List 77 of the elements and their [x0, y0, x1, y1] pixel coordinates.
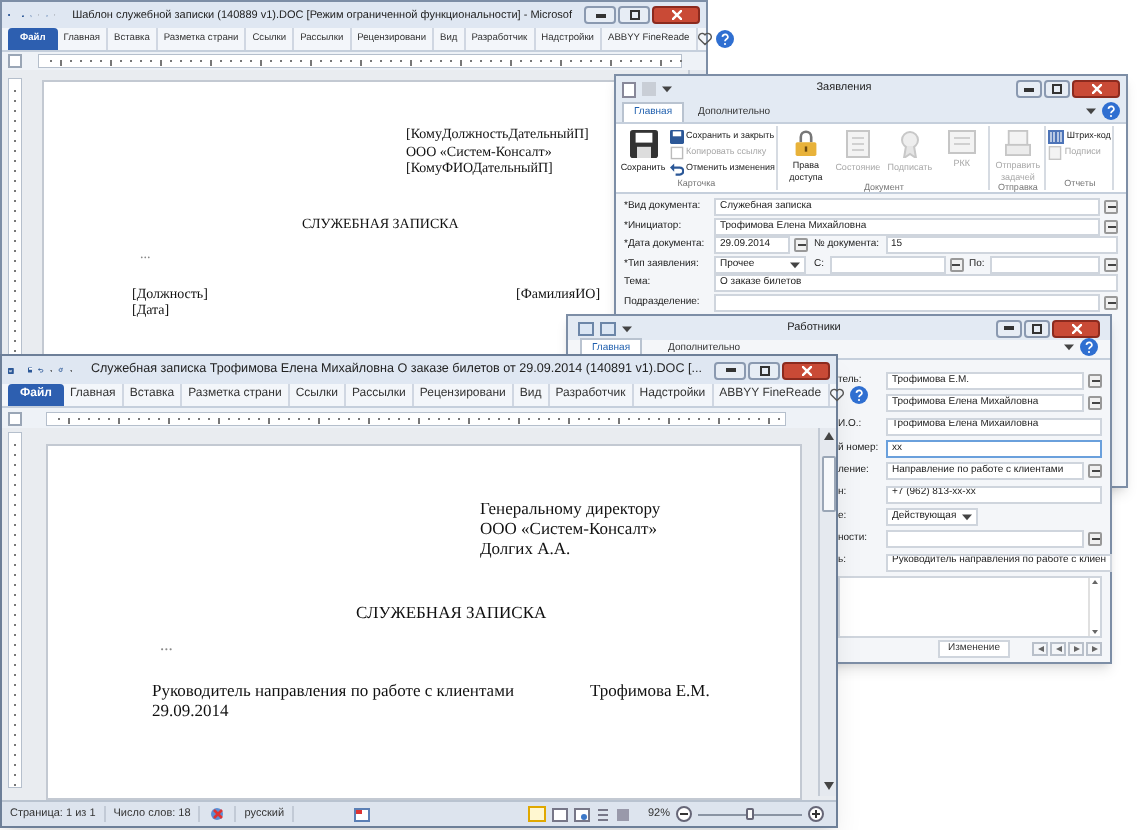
lookup-button[interactable]: [949, 257, 963, 272]
zoom-out-icon[interactable]: [676, 806, 692, 822]
lookup-button[interactable]: [1104, 219, 1118, 234]
minimize-icon: [1004, 326, 1014, 330]
heart-icon[interactable]: [697, 32, 712, 47]
scrollbar[interactable]: [818, 428, 836, 796]
help-icon[interactable]: [1080, 338, 1098, 356]
down-arrow-icon[interactable]: [1092, 629, 1098, 634]
lock-icon[interactable]: [793, 130, 818, 156]
close-button[interactable]: [652, 6, 700, 25]
input-field[interactable]: [714, 293, 1100, 312]
minimize-button[interactable]: [996, 319, 1022, 337]
close-icon: [1091, 84, 1101, 94]
input-field[interactable]: [990, 255, 1100, 274]
close-button[interactable]: [1052, 319, 1100, 337]
zoom-slider[interactable]: [698, 808, 802, 820]
bars-icon[interactable]: [1048, 129, 1065, 143]
zoom-in-icon[interactable]: [808, 806, 824, 822]
last-icon: [1091, 646, 1097, 653]
outline-icon[interactable]: [595, 807, 610, 821]
scroll-thumb[interactable]: [821, 456, 835, 512]
reading-view-icon[interactable]: [551, 807, 568, 821]
lookup-button[interactable]: [1088, 464, 1102, 479]
close-icon: [801, 365, 812, 375]
next-icon: [1073, 646, 1079, 653]
close-button[interactable]: [1072, 80, 1120, 98]
minimize-icon: [1024, 87, 1034, 91]
minimize-button[interactable]: [1016, 80, 1042, 98]
lookup-button[interactable]: [1088, 374, 1102, 389]
ellipsis-text: ...: [160, 634, 173, 654]
signature-text: 29.09.2014: [152, 700, 229, 720]
minimize-icon: [725, 368, 736, 372]
document-heading: СЛУЖЕБНАЯ ЗАПИСКА: [356, 602, 547, 622]
lookup-button[interactable]: [1088, 532, 1102, 547]
nav-button[interactable]: [1050, 642, 1066, 657]
spellcheck-icon[interactable]: [208, 806, 227, 822]
input-field[interactable]: [830, 255, 945, 274]
lookup-button[interactable]: [1104, 295, 1118, 310]
document-icon[interactable]: [622, 81, 636, 97]
maximize-button[interactable]: [618, 6, 650, 25]
macro-icon[interactable]: [354, 807, 371, 821]
input-field[interactable]: [886, 530, 1084, 549]
up-arrow-icon[interactable]: [1092, 579, 1098, 584]
up-arrow-icon[interactable]: [823, 432, 833, 440]
maximize-icon: [1032, 323, 1042, 333]
address-line: Долгих А.А.: [480, 538, 571, 558]
maximize-button[interactable]: [1024, 319, 1050, 337]
address-line: Генеральному директору: [480, 498, 661, 518]
lookup-button[interactable]: [1104, 200, 1118, 215]
maximize-icon: [1052, 84, 1062, 94]
maximize-icon: [629, 10, 639, 21]
heart-icon[interactable]: [829, 388, 844, 402]
close-icon: [1071, 323, 1081, 333]
minimize-icon: [595, 13, 605, 18]
close-icon: [671, 10, 681, 21]
lookup-button[interactable]: [1088, 396, 1102, 411]
nav-button[interactable]: [1086, 642, 1102, 657]
maximize-icon: [759, 365, 770, 375]
nav-button[interactable]: [1032, 642, 1048, 657]
close-button[interactable]: [782, 361, 831, 379]
help-icon[interactable]: [715, 30, 734, 49]
nav-button[interactable]: [1068, 642, 1084, 657]
first-icon: [1037, 646, 1043, 653]
signature-name: Трофимова Е.М.: [590, 680, 710, 700]
help-icon[interactable]: [1102, 102, 1120, 120]
down-arrow-icon[interactable]: [823, 782, 833, 790]
previous-icon: [1055, 646, 1061, 653]
maximize-button[interactable]: [748, 361, 781, 379]
lookup-button[interactable]: [794, 238, 808, 253]
lookup-button[interactable]: [1104, 257, 1118, 272]
minimize-button[interactable]: [714, 361, 747, 379]
maximize-button[interactable]: [1044, 80, 1070, 98]
signature-text: Руководитель направления по работе с клиентами: [152, 680, 514, 700]
minimize-button[interactable]: [584, 6, 616, 25]
help-icon[interactable]: [849, 386, 868, 404]
address-line: ООО «Систем-Консалт»: [480, 518, 657, 538]
web-layout-icon[interactable]: [573, 807, 590, 821]
